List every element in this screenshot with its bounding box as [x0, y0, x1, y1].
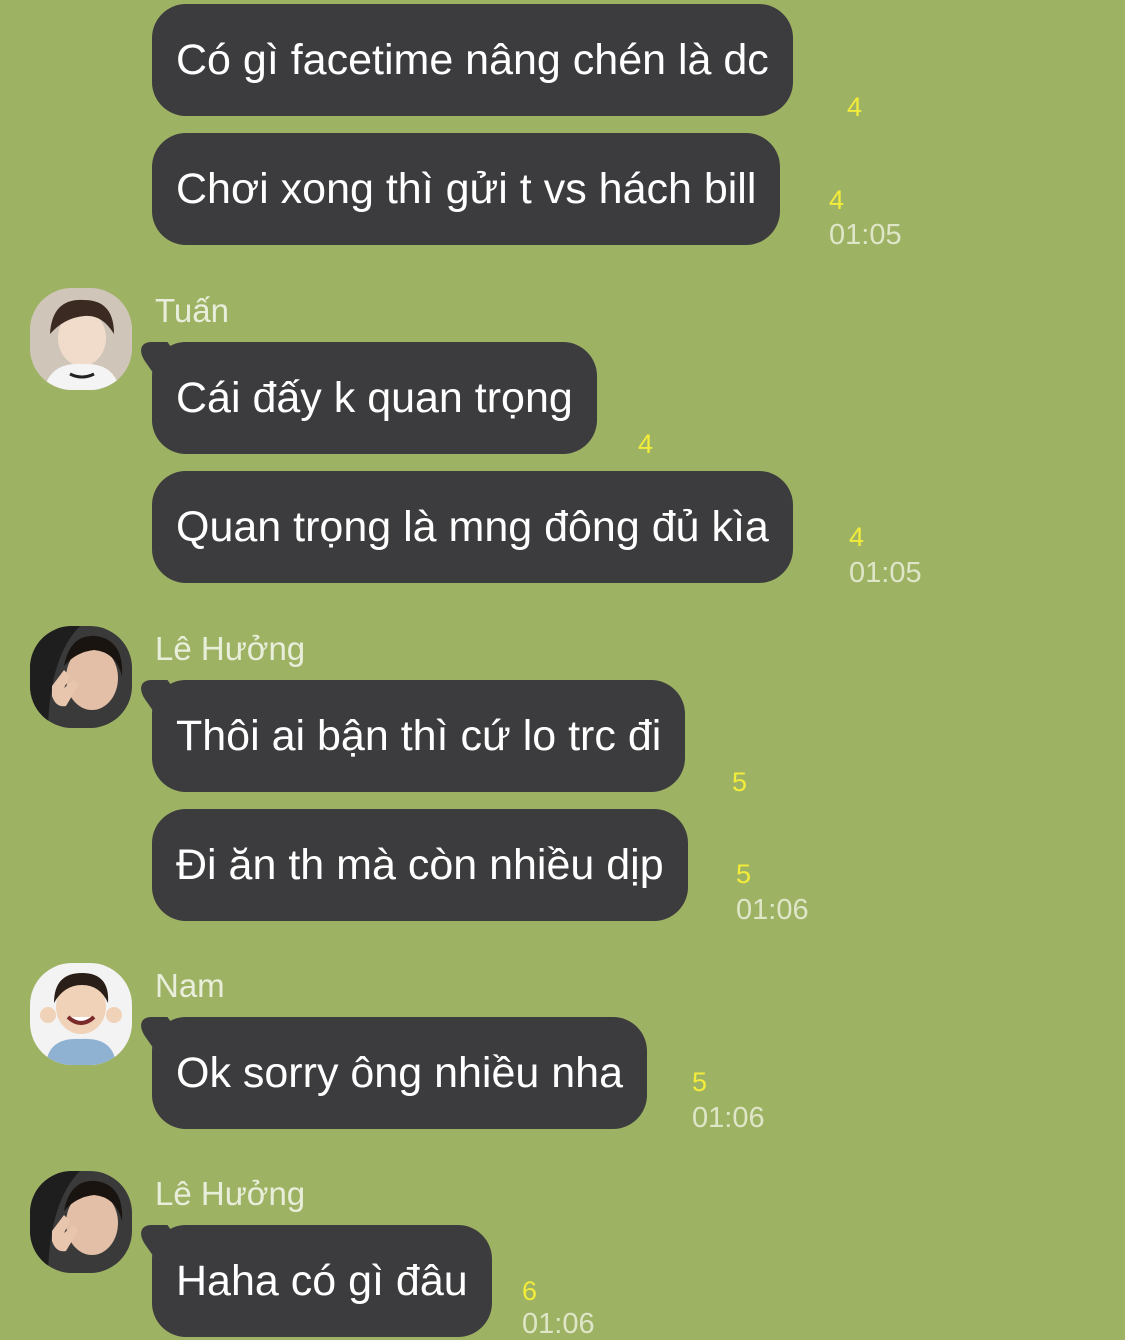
timestamp: 01:05: [829, 219, 902, 251]
message-bubble[interactable]: Thôi ai bận thì cứ lo trc đi: [152, 680, 686, 792]
read-count: 5: [736, 859, 752, 889]
child-smiling-avatar-icon: [30, 963, 132, 1065]
timestamp: 01:06: [692, 1102, 765, 1134]
message-bubble[interactable]: Ok sorry ông nhiều nha: [152, 1017, 647, 1129]
message-bubble[interactable]: Đi ăn th mà còn nhiều dịp: [152, 809, 688, 921]
read-count: 4: [849, 522, 865, 552]
read-count: 4: [829, 185, 845, 215]
read-count: 5: [732, 767, 748, 797]
chat-area[interactable]: Có gì facetime nâng chén là dc 4 Chơi xo…: [0, 0, 1125, 1340]
read-count: 4: [847, 92, 863, 122]
boy-avatar-icon: [30, 288, 132, 390]
girl-peace-sign-avatar-icon: [30, 626, 132, 728]
avatar[interactable]: [30, 1171, 132, 1273]
read-count: 5: [692, 1067, 708, 1097]
timestamp: 01:06: [736, 894, 809, 926]
sender-name: Tuấn: [155, 292, 229, 329]
message-bubble[interactable]: Có gì facetime nâng chén là dc: [152, 4, 793, 116]
avatar[interactable]: [30, 288, 132, 390]
message-bubble[interactable]: Quan trọng là mng đông đủ kìa: [152, 471, 793, 583]
timestamp: 01:05: [849, 557, 922, 589]
sender-name: Lê Hưởng: [155, 1175, 306, 1212]
avatar[interactable]: [30, 626, 132, 728]
message-bubble[interactable]: Cái đấy k quan trọng: [152, 342, 597, 454]
sender-name: Nam: [155, 967, 225, 1004]
read-count: 4: [638, 429, 654, 459]
sender-name: Lê Hưởng: [155, 630, 306, 667]
message-bubble[interactable]: Haha có gì đâu: [152, 1225, 492, 1337]
girl-peace-sign-avatar-icon: [30, 1171, 132, 1273]
read-count: 6: [522, 1276, 538, 1306]
timestamp: 01:06: [522, 1308, 595, 1340]
message-bubble[interactable]: Chơi xong thì gửi t vs hách bill: [152, 133, 781, 245]
avatar[interactable]: [30, 963, 132, 1065]
